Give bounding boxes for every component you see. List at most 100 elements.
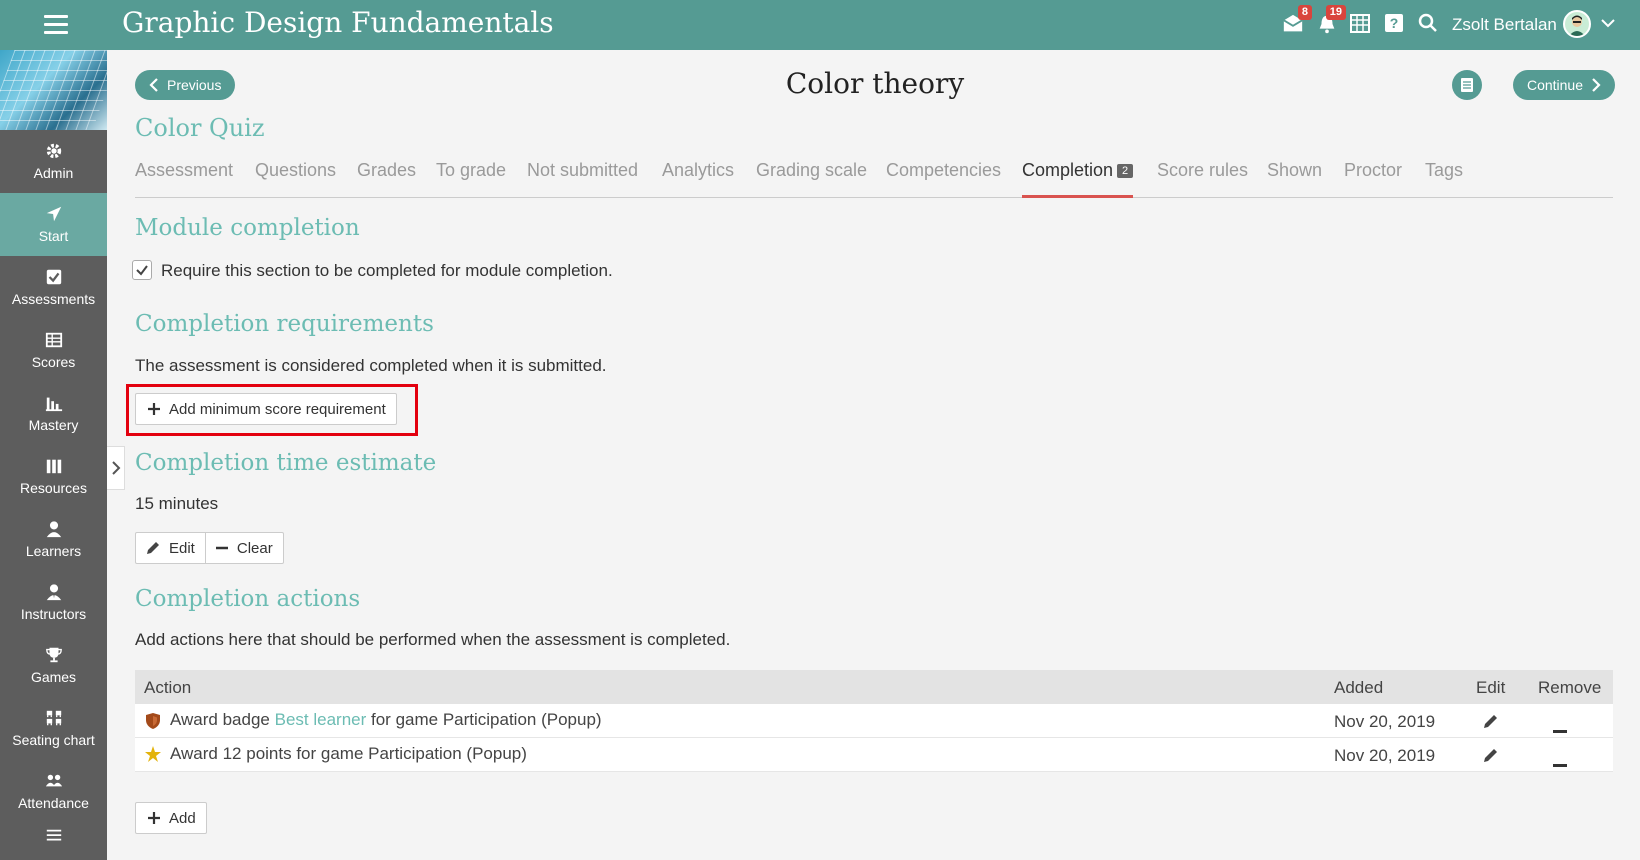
tab-bar: Assessment Questions Grades To grade Not… [135,158,1613,198]
top-bar: Graphic Design Fundamentals 8 19 ? Zsolt… [0,0,1640,50]
pencil-icon [1484,715,1497,728]
checkmark-icon [136,265,148,276]
tab-tags[interactable]: Tags [1425,158,1463,198]
list-icon [46,829,61,840]
sidebar-item-attendance[interactable]: Attendance [0,760,107,823]
edit-label: Edit [169,539,195,557]
plus-icon [148,403,160,415]
add-action-button[interactable]: Add [135,802,207,834]
add-minimum-score-label: Add minimum score requirement [169,400,386,418]
tab-grading-scale[interactable]: Grading scale [756,158,867,198]
mail-badge: 8 [1297,5,1312,20]
seating-icon [46,710,61,726]
table-header: Action Added Edit Remove [135,670,1613,704]
pencil-icon [1484,749,1497,762]
sidebar-item-assessments[interactable]: Assessments [0,256,107,319]
sidebar-item-label: Admin [33,165,74,181]
sidebar-item-seating-chart[interactable]: Seating chart [0,697,107,760]
table-row: Award badge Best learner for game Partic… [135,704,1613,738]
course-image[interactable] [0,50,107,130]
sidebar-item-label: Scores [31,354,76,370]
books-icon [46,459,61,474]
avatar[interactable] [1563,10,1591,38]
tab-competencies[interactable]: Competencies [886,158,1001,198]
tab-questions[interactable]: Questions [255,158,336,198]
sidebar-item-label: Games [30,669,77,685]
plus-icon [148,812,160,824]
sidebar-item-learners[interactable]: Learners [0,508,107,571]
tab-grades[interactable]: Grades [357,158,416,198]
calendar-icon[interactable] [1350,13,1374,37]
completion-time-title: Completion time estimate [135,450,437,476]
sidebar-item-scores[interactable]: Scores [0,319,107,382]
module-completion-label[interactable]: Require this section to be completed for… [161,261,613,281]
continue-label: Continue [1526,77,1583,93]
minus-icon [215,546,228,550]
row-action-prefix: Award 12 points for game Participation (… [170,744,527,763]
continue-button[interactable]: Continue [1512,70,1615,100]
help-icon[interactable]: ? [1384,13,1408,37]
instructor-icon [46,584,61,601]
star-icon [145,746,161,767]
mail-icon[interactable]: 8 [1282,5,1312,37]
chevron-down-icon[interactable] [1601,16,1615,30]
best-learner-link[interactable]: Best learner [275,710,367,729]
tab-assessment[interactable]: Assessment [135,158,233,198]
pencil-icon [147,542,159,554]
quiz-title[interactable]: Color Quiz [135,114,265,142]
chevron-right-icon [111,461,120,475]
app-title[interactable]: Graphic Design Fundamentals [122,6,554,39]
row-remove-button[interactable] [1553,719,1567,739]
attendance-icon [45,774,62,787]
completion-requirements-description: The assessment is considered completed w… [135,356,607,375]
sidebar-item-more[interactable] [0,823,107,853]
trophy-icon [45,647,62,663]
tab-not-submitted[interactable]: Not submitted [527,158,638,198]
table-icon [45,332,62,348]
sidebar-item-label: Assessments [11,291,96,307]
bell-icon[interactable]: 19 [1316,5,1346,37]
sidebar-item-start[interactable]: Start [0,193,107,256]
column-added: Added [1334,678,1384,697]
module-completion-title: Module completion [135,215,360,241]
sidebar-item-label: Resources [20,480,87,496]
search-icon[interactable] [1418,13,1442,37]
module-completion-checkbox[interactable] [132,260,152,280]
sidebar-item-games[interactable]: Games [0,634,107,697]
menu-icon[interactable] [44,15,68,35]
sidebar-item-mastery[interactable]: Mastery [0,382,107,445]
row-edit-button[interactable] [1483,747,1499,768]
row-action-text: Award 12 points for game Participation (… [170,744,527,764]
tab-shown[interactable]: Shown [1267,158,1322,198]
edit-button[interactable]: Edit [136,533,205,563]
sidebar-item-label: Start [38,228,69,244]
tab-to-grade[interactable]: To grade [436,158,506,198]
sidebar-collapse-toggle[interactable] [107,446,125,490]
row-action-prefix: Award badge [170,710,275,729]
clear-label: Clear [236,539,273,557]
row-remove-button[interactable] [1553,753,1567,773]
sidebar-item-label: Learners [25,543,82,559]
row-edit-button[interactable] [1483,713,1499,734]
sidebar-item-label: Attendance [18,795,89,811]
book-button[interactable] [1452,70,1482,100]
gear-icon [46,143,61,159]
completion-actions-table: Action Added Edit Remove Award badge Bes… [135,670,1613,772]
sidebar-item-instructors[interactable]: Instructors [0,571,107,634]
row-added-date: Nov 20, 2019 [1334,712,1436,731]
bar-chart-icon [45,397,62,412]
completion-requirements-title: Completion requirements [135,311,434,337]
tab-completion-badge: 2 [1117,164,1134,178]
row-action-text: Award badge Best learner for game Partic… [170,710,602,730]
tab-completion[interactable]: Completion 2 [1022,158,1134,198]
chevron-right-icon [1592,78,1601,92]
clear-button[interactable]: Clear [204,533,283,563]
row-added-date: Nov 20, 2019 [1334,746,1436,765]
user-name[interactable]: Zsolt Bertalan [1452,15,1557,35]
tab-score-rules[interactable]: Score rules [1157,158,1248,198]
add-minimum-score-button[interactable]: Add minimum score requirement [135,393,397,425]
sidebar-item-admin[interactable]: Admin [0,130,107,193]
tab-analytics[interactable]: Analytics [662,158,734,198]
sidebar-item-resources[interactable]: Resources [0,445,107,508]
tab-proctor[interactable]: Proctor [1344,158,1402,198]
